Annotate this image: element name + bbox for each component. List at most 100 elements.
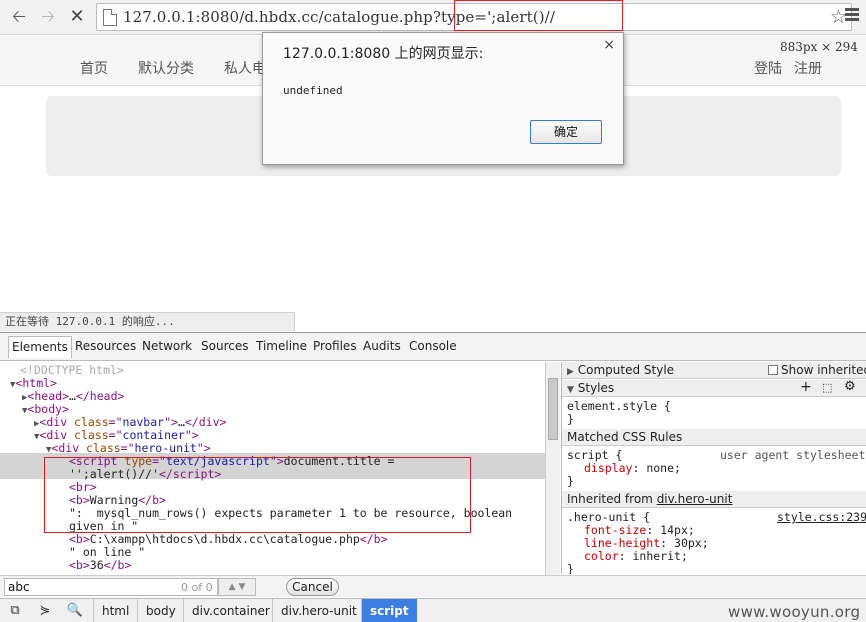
color-prop: color: [584, 549, 619, 563]
tab-sources[interactable]: Sources: [201, 339, 248, 353]
page-icon: [103, 9, 117, 26]
tab-elements[interactable]: Elements: [8, 336, 72, 358]
expanded-triangle-icon[interactable]: ▼: [567, 385, 574, 395]
breadcrumb-body[interactable]: body: [137, 599, 184, 622]
collapsed-triangle-icon[interactable]: ▶: [567, 367, 574, 377]
tab-audits[interactable]: Audits: [363, 339, 401, 353]
hero-rule-selector[interactable]: .hero-unit {: [567, 510, 650, 524]
browser-toolbar: 🡠 🡢 ✕ 127.0.0.1:8080/d.hbdx.cc/catalogue…: [0, 0, 866, 35]
dom-b-line-node[interactable]: <b>36</b>: [69, 559, 131, 572]
breadcrumb-div-container[interactable]: div.container: [183, 599, 278, 622]
breadcrumb-script[interactable]: script: [361, 599, 417, 622]
tab-console[interactable]: Console: [409, 339, 457, 353]
dom-scrollbar[interactable]: [545, 362, 560, 575]
display-declaration[interactable]: display: none;: [584, 461, 681, 475]
font-size-value: 14px;: [660, 523, 695, 537]
dom-tree: <!DOCTYPE html> ▼<html> ▶<head>…</head> …: [0, 362, 545, 574]
color-declaration[interactable]: color: inherit;: [584, 549, 688, 563]
alert-dialog: 127.0.0.1:8080 上的网页显示: × undefined 确定: [262, 32, 624, 165]
breadcrumb: ⧉ ⋟ 🔍 html body div.container div.hero-u…: [0, 598, 866, 622]
stop-icon[interactable]: ✕: [66, 6, 88, 28]
status-bubble: 正在等待 127.0.0.1 的响应...: [0, 312, 295, 331]
inherited-element-link[interactable]: div.hero-unit: [657, 492, 733, 506]
register-link[interactable]: 注册: [794, 58, 822, 78]
computed-style-header[interactable]: ▶ Computed Style Show inherited: [562, 362, 866, 379]
nav-default-category[interactable]: 默认分类: [138, 58, 194, 78]
search-bar: abc 0 of 0 ▲ ▼ Cancel: [0, 575, 866, 597]
inherited-from-label: Inherited from: [567, 492, 653, 506]
tab-timeline[interactable]: Timeline: [256, 339, 307, 353]
dom-hero-class: hero-unit: [134, 441, 197, 455]
line-height-declaration[interactable]: line-height: 30px;: [584, 536, 709, 550]
scrollbar-thumb[interactable]: [548, 378, 558, 440]
expanded-triangle-icon[interactable]: ▼: [22, 406, 27, 416]
search-nav-arrows[interactable]: ▲ ▼: [218, 578, 256, 596]
element-state-icon[interactable]: ⬚: [822, 380, 832, 396]
dom-on-line-text: " on line ": [69, 545, 146, 559]
alert-message: undefined: [283, 84, 343, 97]
tab-resources[interactable]: Resources: [75, 339, 136, 353]
add-rule-icon[interactable]: +: [800, 379, 812, 395]
line-height-value: 30px;: [674, 536, 709, 550]
tab-profiles[interactable]: Profiles: [313, 339, 357, 353]
devtools-panel: Elements Resources Network Sources Timel…: [0, 332, 866, 622]
color-value: inherit;: [632, 549, 688, 563]
element-style-rule[interactable]: element.style {: [567, 399, 671, 413]
hero-source-link[interactable]: style.css:239: [777, 510, 866, 524]
matched-rules-header: Matched CSS Rules: [562, 429, 866, 446]
back-arrow-icon[interactable]: 🡠: [8, 6, 30, 28]
breadcrumb-html[interactable]: html: [93, 599, 137, 622]
dom-b-path-node[interactable]: <b>C:\xampp\htdocs\d.hbdx.cc\catalogue.p…: [69, 533, 388, 546]
expanded-triangle-icon[interactable]: ▼: [46, 445, 51, 455]
script-rule-selector[interactable]: script {: [567, 448, 622, 462]
hero-rule-close: }: [567, 562, 574, 574]
nav-home[interactable]: 首页: [80, 58, 108, 78]
breadcrumb-div-hero-unit[interactable]: div.hero-unit: [272, 599, 365, 622]
show-inherited-checkbox[interactable]: [768, 365, 778, 375]
styles-label: Styles: [577, 381, 615, 395]
search-icon[interactable]: 🔍: [66, 603, 84, 619]
cancel-button[interactable]: Cancel: [286, 578, 339, 596]
down-arrow-icon[interactable]: ▼: [238, 582, 245, 592]
gear-icon[interactable]: ⚙: [844, 379, 856, 395]
element-style-close: }: [567, 412, 574, 426]
dom-head-close: head: [89, 389, 118, 403]
show-inherited-label: Show inherited: [781, 363, 866, 377]
dom-body-tag: body: [34, 402, 63, 416]
search-match-count: 0 of 0: [181, 581, 213, 594]
tab-network[interactable]: Network: [142, 339, 192, 353]
display-prop: display: [584, 461, 633, 475]
dom-html-tag: html: [22, 376, 51, 390]
dom-line-number: 36: [89, 558, 104, 572]
menu-icon[interactable]: [845, 8, 861, 24]
dom-highlight-box: [44, 457, 471, 533]
dock-icon[interactable]: ⧉: [6, 603, 24, 619]
display-value: none;: [646, 461, 681, 475]
dom-path-text: C:\xampp\htdocs\d.hbdx.cc\catalogue.php: [89, 532, 360, 546]
font-size-declaration[interactable]: font-size: 14px;: [584, 523, 695, 537]
dom-doctype: <!DOCTYPE html>: [20, 363, 124, 377]
ok-button[interactable]: 确定: [530, 120, 602, 144]
up-arrow-icon[interactable]: ▲: [229, 582, 236, 592]
url-highlight-box: [454, 0, 623, 31]
watermark: www.wooyun.org: [728, 603, 861, 621]
user-agent-label: user agent stylesheet: [720, 448, 866, 462]
dom-container-class: container: [122, 428, 185, 442]
close-icon[interactable]: ×: [603, 37, 615, 53]
console-drawer-icon[interactable]: ⋟: [36, 603, 54, 619]
size-overlay: 883px × 294: [780, 40, 858, 54]
script-rule-close: }: [567, 474, 574, 488]
styles-header[interactable]: ▼ Styles + ⬚ ⚙: [562, 379, 866, 397]
login-link[interactable]: 登陆: [754, 58, 782, 78]
alert-title: 127.0.0.1:8080 上的网页显示:: [283, 46, 484, 62]
devtools-tabs: Elements Resources Network Sources Timel…: [0, 333, 866, 361]
computed-style-label: Computed Style: [577, 363, 675, 377]
show-inherited-toggle[interactable]: Show inherited: [768, 362, 866, 378]
expanded-triangle-icon[interactable]: ▼: [10, 380, 15, 390]
styles-sidebar: ▶ Computed Style Show inherited ▼ Styles…: [561, 362, 866, 574]
line-height-prop: line-height: [584, 536, 661, 550]
dom-navbar-class: navbar: [122, 415, 165, 429]
expanded-triangle-icon[interactable]: ▼: [34, 432, 39, 442]
forward-arrow-icon[interactable]: 🡢: [37, 6, 59, 28]
nav-private[interactable]: 私人电: [224, 58, 266, 78]
